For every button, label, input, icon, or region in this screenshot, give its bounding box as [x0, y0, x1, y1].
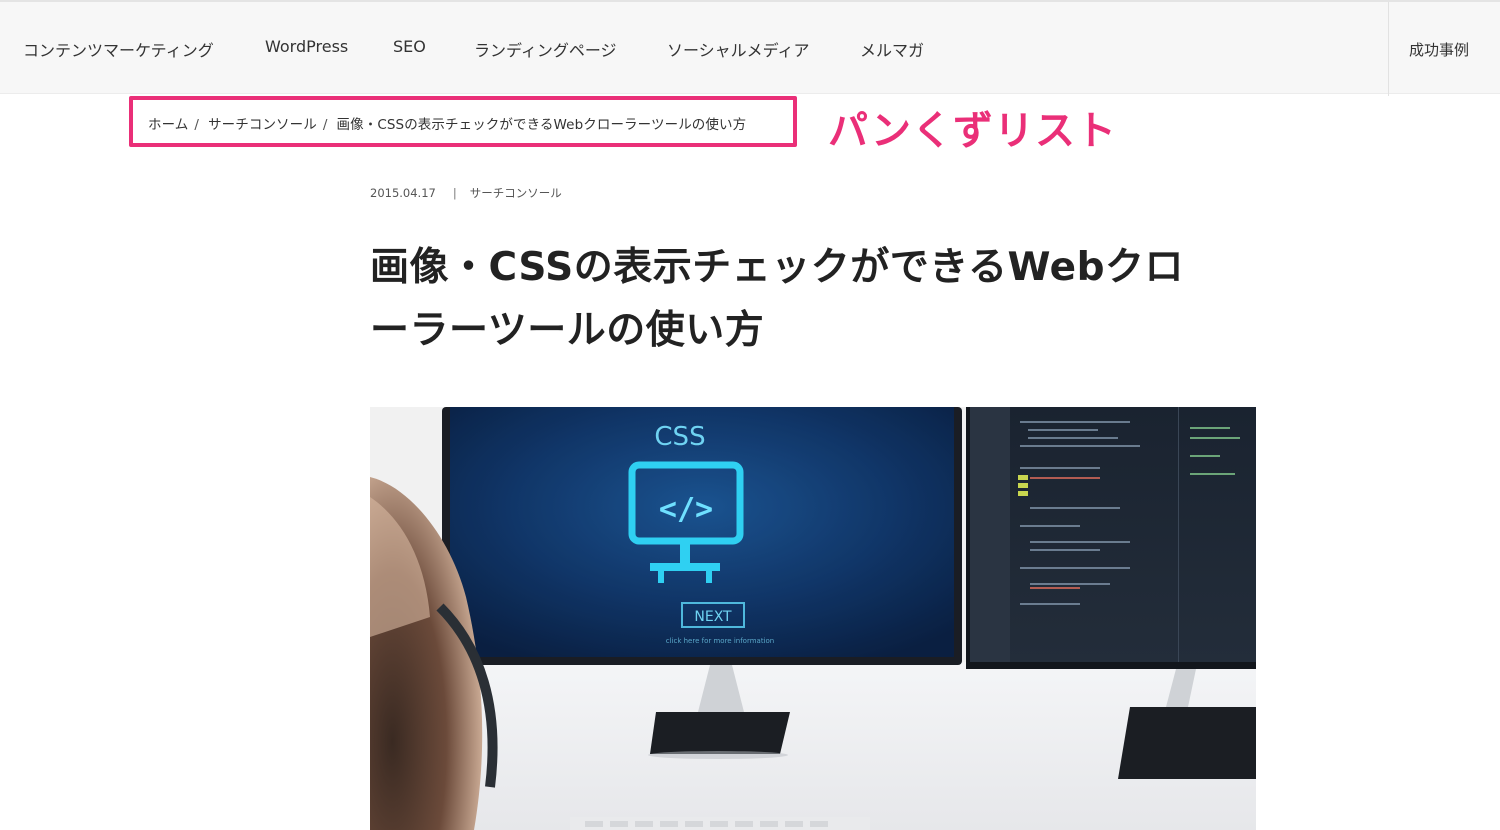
top-navigation: コンテンツマーケティング WordPress SEO ランディングページ ソーシ…: [0, 0, 1500, 96]
nav-item-wordpress[interactable]: WordPress: [265, 37, 348, 56]
meta-separator: |: [452, 186, 457, 200]
nav-item-success-stories[interactable]: 成功事例: [1409, 39, 1469, 60]
breadcrumb-separator: /: [322, 117, 328, 133]
breadcrumb-current-page: 画像・CSSの表示チェックができるWebクローラーツールの使い方: [336, 117, 747, 133]
breadcrumb-annotation-label: パンくずリスト: [828, 108, 1117, 154]
nav-divider: [1388, 2, 1389, 96]
post-title: 画像・CSSの表示チェックができるWebクロ ーラーツールの使い方: [370, 236, 1230, 362]
breadcrumb-highlight-box: ホーム / サーチコンソール / 画像・CSSの表示チェックができるWebクローラーツー…: [129, 96, 797, 147]
post-date: 2015.04.17: [370, 186, 436, 200]
nav-item-social-media[interactable]: ソーシャルメディア: [667, 37, 810, 61]
breadcrumb: ホーム / サーチコンソール / 画像・CSSの表示チェックができるWebクローラーツー…: [148, 113, 746, 133]
screen-code-glyph: </>: [659, 492, 713, 527]
nav-item-content-marketing[interactable]: コンテンツマーケティング: [23, 37, 214, 61]
screen-caption: click here for more information: [666, 637, 774, 645]
post-meta: 2015.04.17 | サーチコンソール: [370, 185, 562, 201]
breadcrumb-separator: /: [194, 117, 200, 133]
screen-next-button: NEXT: [694, 609, 732, 625]
nav-item-landing-page[interactable]: ランディングページ: [474, 37, 617, 61]
nav-item-seo[interactable]: SEO: [393, 37, 426, 56]
screen-css-heading: CSS: [654, 422, 705, 452]
breadcrumb-category-link[interactable]: サーチコンソール: [208, 117, 317, 133]
nav-item-mail-magazine[interactable]: メルマガ: [860, 37, 924, 61]
post-category-link[interactable]: サーチコンソール: [470, 186, 562, 200]
post-title-line-1: 画像・CSSの表示チェックができるWebクロ: [370, 245, 1184, 290]
breadcrumb-home-link[interactable]: ホーム: [148, 117, 188, 133]
hero-image: CSS </> NEXT click here for more informa…: [370, 407, 1256, 830]
post-title-line-2: ーラーツールの使い方: [370, 308, 765, 353]
